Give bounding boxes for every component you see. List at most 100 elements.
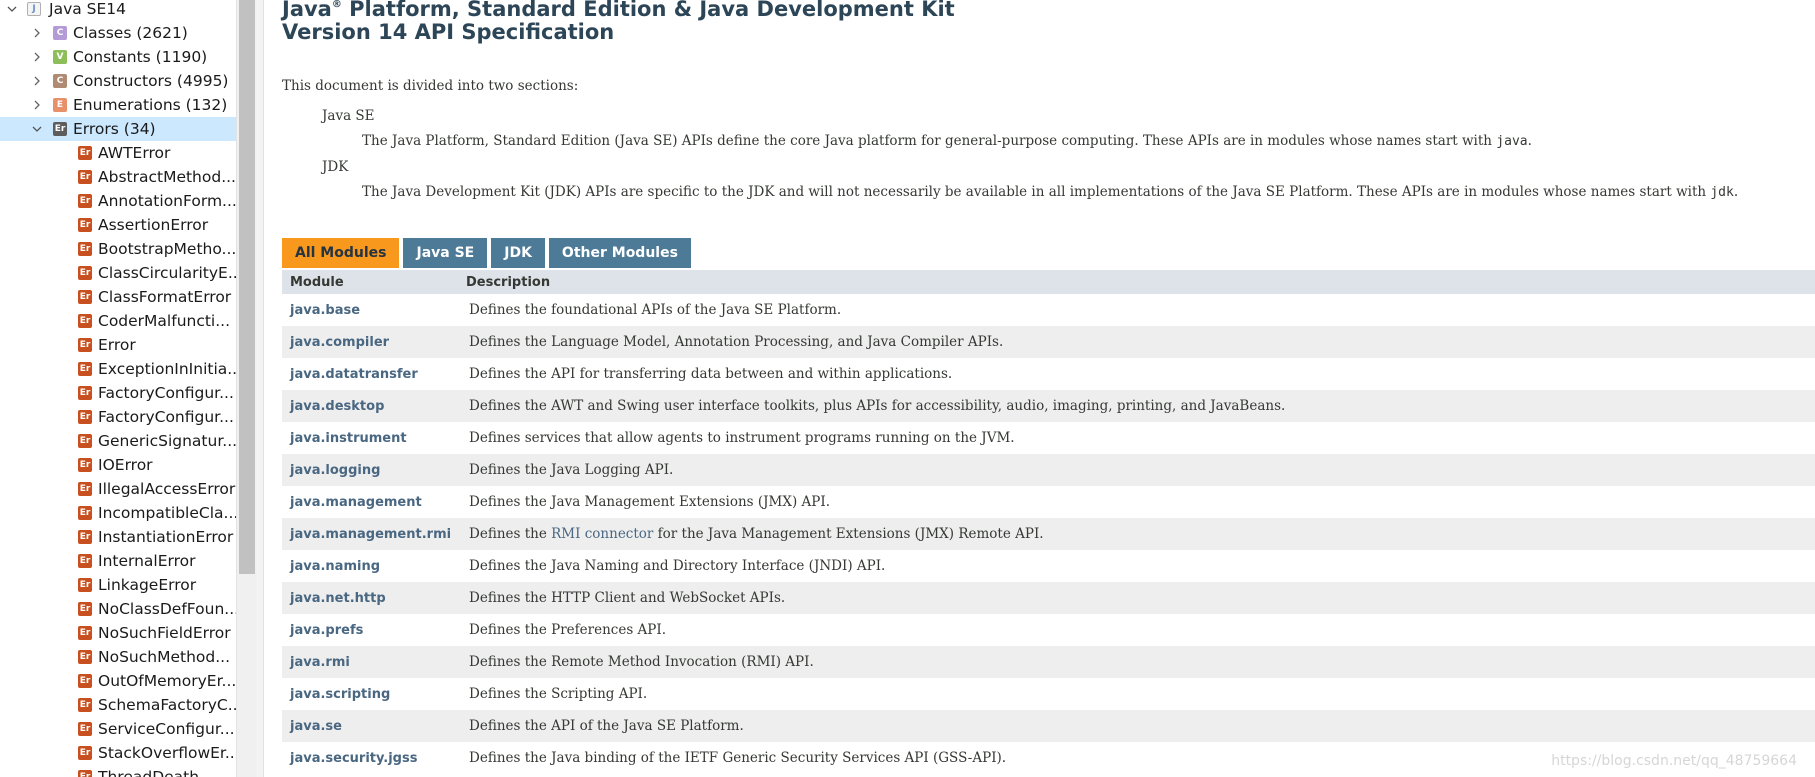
module-description: Defines the Preferences API. [469,622,666,638]
tree-item-label: FactoryConfigur... [98,384,234,402]
tree-group-err[interactable]: Er Errors (34) [0,117,236,141]
module-link[interactable]: java.instrument [282,431,469,446]
tab-jdk[interactable]: JDK [491,238,545,268]
error-class-icon: Er [78,410,92,424]
tree-item-error[interactable]: Er AbstractMethod... [0,165,236,189]
tree-root-label: Java SE14 [49,0,127,18]
tab-all-modules[interactable]: All Modules [282,238,400,268]
module-link[interactable]: java.se [282,719,469,734]
module-tabs: All Modules Java SE JDK Other Modules [282,238,691,268]
page-title-line1: Java® Platform, Standard Edition & Java … [282,0,955,21]
module-link[interactable]: java.security.jgss [282,751,469,766]
tree-item-error[interactable]: Er NoSuchMethod... [0,645,236,669]
tree-item-label: ThreadDeath [98,768,200,777]
tree-item-label: NoClassDefFoun... [98,600,236,618]
module-link[interactable]: java.desktop [282,399,469,414]
tab-java-se[interactable]: Java SE [403,238,488,268]
module-link[interactable]: java.rmi [282,655,469,670]
module-link[interactable]: java.datatransfer [282,367,469,382]
error-class-icon: Er [78,650,92,664]
tree-item-error[interactable]: Er NoClassDefFoun... [0,597,236,621]
tree-item-error[interactable]: Er ThreadDeath [0,765,236,777]
tree-item-error[interactable]: Er InternalError [0,549,236,573]
error-class-icon: Er [78,530,92,544]
tree-item-label: GenericSignatur... [98,432,236,450]
def-code: java [1496,134,1528,149]
section-def-javase: The Java Platform, Standard Edition (Jav… [362,133,1532,149]
error-class-icon: Er [78,362,92,376]
tree-group-ctor[interactable]: C Constructors (4995) [0,69,236,93]
module-link[interactable]: java.base [282,303,469,318]
tree-item-error[interactable]: Er OutOfMemoryEr... [0,669,236,693]
table-row: java.naming Defines the Java Naming and D… [282,550,1815,582]
panel-splitter[interactable] [256,0,264,777]
table-row: java.management.rmi Defines the RMI conne… [282,518,1815,550]
tree-item-error[interactable]: Er CoderMalfuncti... [0,309,236,333]
tree-item-error[interactable]: Er BootstrapMetho... [0,237,236,261]
chevron-right-icon[interactable] [30,74,44,88]
module-link[interactable]: java.compiler [282,335,469,350]
module-description: Defines the Java binding of the IETF Gen… [469,750,1007,766]
chevron-right-icon[interactable] [30,98,44,112]
tree-item-error[interactable]: Er Error [0,333,236,357]
tree-item-error[interactable]: Er FactoryConfigur... [0,405,236,429]
tree-item-error[interactable]: Er GenericSignatur... [0,429,236,453]
tree-item-label: IncompatibleCla... [98,504,236,522]
tree-item-error[interactable]: Er AWTError [0,141,236,165]
tree-scroll-thumb[interactable] [239,0,255,574]
module-link[interactable]: java.scripting [282,687,469,702]
rmi-connector-link[interactable]: RMI connector [551,526,653,542]
constructor-icon: C [53,74,67,88]
module-link[interactable]: java.net.http [282,591,469,606]
module-link[interactable]: java.naming [282,559,469,574]
module-link[interactable]: java.management [282,495,469,510]
description-text: for the Java Management Extensions (JMX)… [653,526,1044,542]
chevron-right-icon[interactable] [30,26,44,40]
tree-item-error[interactable]: Er IOError [0,453,236,477]
tree-item-error[interactable]: Er InstantiationError [0,525,236,549]
module-link[interactable]: java.prefs [282,623,469,638]
def-code: jdk [1710,185,1734,200]
error-class-icon: Er [78,170,92,184]
tree-item-error[interactable]: Er AssertionError [0,213,236,237]
tree-group-cls[interactable]: C Classes (2621) [0,21,236,45]
tree-root[interactable]: J Java SE14 [0,0,236,21]
tree-item-error[interactable]: Er SchemaFactoryC... [0,693,236,717]
tree-item-error[interactable]: Er AnnotationForm... [0,189,236,213]
chevron-down-icon[interactable] [5,2,19,16]
error-class-icon: Er [78,746,92,760]
chevron-down-icon[interactable] [30,122,44,136]
tree-item-error[interactable]: Er StackOverflowEr... [0,741,236,765]
module-link[interactable]: java.management.rmi [282,527,469,542]
error-class-icon: Er [78,146,92,160]
tree-item-error[interactable]: Er ServiceConfigur... [0,717,236,741]
def-text: The Java Platform, Standard Edition (Jav… [362,133,1497,149]
tree-item-error[interactable]: Er ExceptionInInitia... [0,357,236,381]
module-description: Defines the Java Logging API. [469,462,674,478]
tree-item-error[interactable]: Er NoSuchFieldError [0,621,236,645]
tree-item-error[interactable]: Er IllegalAccessError [0,477,236,501]
module-link[interactable]: java.logging [282,463,469,478]
table-row: java.prefs Defines the Preferences API. [282,614,1815,646]
tree-item-label: NoSuchMethod... [98,648,230,666]
tab-other-modules[interactable]: Other Modules [548,238,691,268]
tree-item-error[interactable]: Er ClassCircularityE... [0,261,236,285]
package-icon: J [27,2,41,16]
chevron-right-icon[interactable] [30,50,44,64]
tree-item-error[interactable]: Er ClassFormatError [0,285,236,309]
def-text: The Java Development Kit (JDK) APIs are … [362,184,1711,200]
section-term-jdk: JDK [322,159,349,175]
tree-item-error[interactable]: Er LinkageError [0,573,236,597]
error-class-icon: Er [78,698,92,712]
tree-item-error[interactable]: Er FactoryConfigur... [0,381,236,405]
error-class-icon: Er [78,674,92,688]
tree-group-cst[interactable]: V Constants (1190) [0,45,236,69]
tree-group-label: Constructors (4995) [73,72,229,90]
tree-group-enm[interactable]: E Enumerations (132) [0,93,236,117]
tree-scrollbar[interactable] [236,0,256,777]
tree-item-label: ClassFormatError [98,288,232,306]
tree-item-error[interactable]: Er IncompatibleCla... [0,501,236,525]
table-row: java.scripting Defines the Scripting API. [282,678,1815,710]
watermark-text: https://blog.csdn.net/qq_48759664 [1551,753,1797,769]
tree-item-label: IOError [98,456,153,474]
